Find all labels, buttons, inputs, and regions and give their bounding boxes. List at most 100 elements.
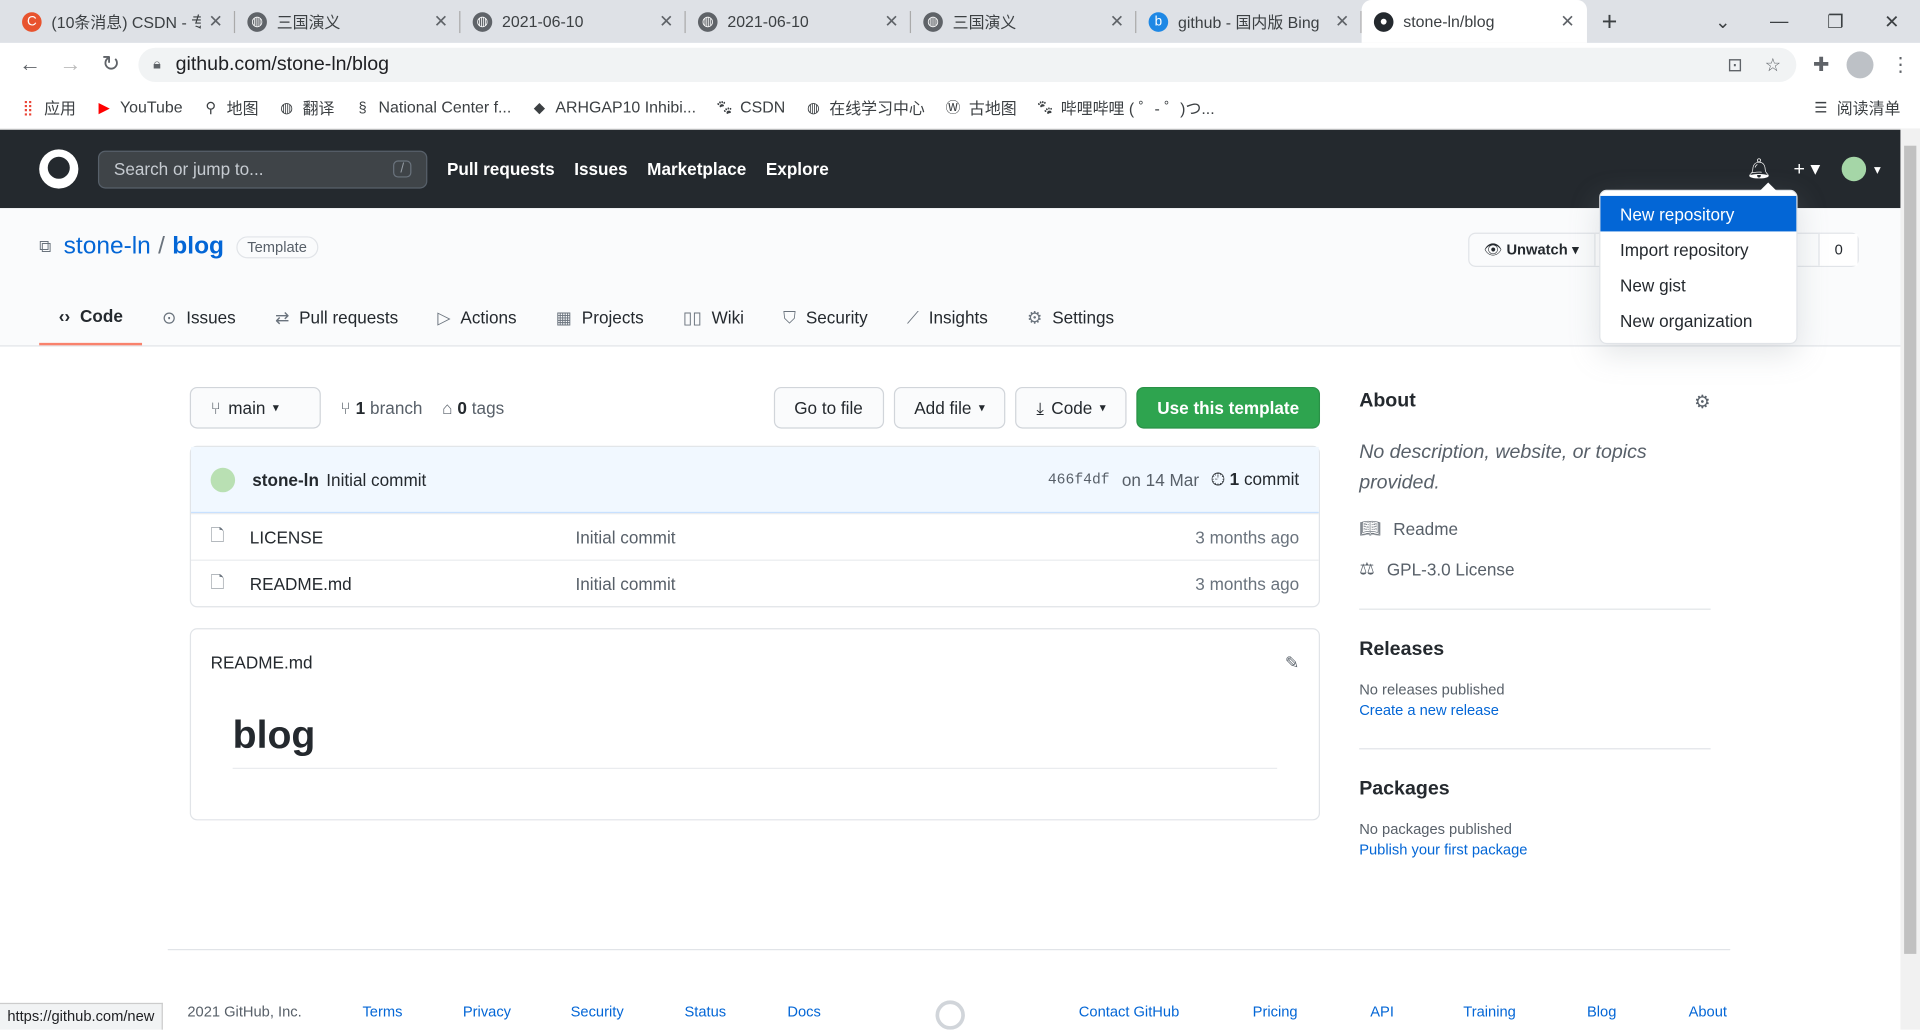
bookmark-item[interactable]: ▶ YouTube [96,96,182,119]
repo-owner-link[interactable]: stone-ln [64,233,151,261]
footer-link[interactable]: API [1370,1003,1394,1020]
minimize-icon[interactable]: — [1751,11,1807,32]
file-commit-message[interactable]: Initial commit [576,527,1196,547]
repo-tab-projects[interactable]: ▦ Projects [536,289,663,345]
create-release-link[interactable]: Create a new release [1359,702,1710,719]
repo-tab-code[interactable]: ‹› Code [39,289,143,346]
file-name[interactable]: LICENSE [250,527,576,547]
tab-close-icon[interactable]: ✕ [208,11,222,32]
menu-icon[interactable]: ⋮ [1891,52,1911,76]
notifications-bell-icon[interactable]: 🔔︎ [1747,157,1772,181]
readme-link[interactable]: 📖︎ Readme [1359,518,1710,539]
browser-tab[interactable]: ◍ 三国演义 ✕ [235,0,461,43]
repo-tab-pull-requests[interactable]: ⇄ Pull requests [255,289,417,345]
close-window-icon[interactable]: ✕ [1864,10,1920,33]
footer-link[interactable]: Terms [362,1003,402,1020]
file-row[interactable]: 🗋︎ README.md Initial commit 3 months ago [191,559,1319,607]
readme-filename[interactable]: README.md [211,653,313,673]
page-scrollbar[interactable] [1900,128,1920,1030]
back-icon[interactable]: ← [10,51,50,77]
global-nav-item[interactable]: Explore [766,159,829,179]
tab-close-icon[interactable]: ✕ [1560,11,1574,32]
packages-title[interactable]: Packages [1359,779,1710,801]
footer-github-logo-icon[interactable] [935,1000,965,1030]
gear-icon[interactable]: ⚙ [1694,391,1710,413]
footer-link[interactable]: Status [684,1003,726,1020]
bookmark-item[interactable]: ◍ 在线学习中心 [805,96,925,119]
global-nav-item[interactable]: Issues [574,159,627,179]
bookmark-item[interactable]: 🐾︎ CSDN [715,96,785,119]
global-nav-item[interactable]: Marketplace [647,159,746,179]
branch-select-button[interactable]: ⑂ main ▾ [189,386,321,429]
browser-tab[interactable]: b github - 国内版 Bing ✕ [1136,0,1362,43]
scrollbar-thumb[interactable] [1904,145,1917,954]
tab-close-icon[interactable]: ✕ [1335,11,1349,32]
browser-tab[interactable]: C (10条消息) CSDN - 专 ✕ [10,0,236,43]
footer-link[interactable]: About [1689,1003,1727,1020]
browser-tab[interactable]: ◍ 三国演义 ✕ [911,0,1137,43]
bookmark-item[interactable]: ⚲ 地图 [202,96,258,119]
unwatch-button[interactable]: 👁︎ Unwatch ▾ [1469,234,1594,266]
file-row[interactable]: 🗋︎ LICENSE Initial commit 3 months ago [191,513,1319,560]
bookmark-item[interactable]: ◆ ARHGAP10 Inhibi... [531,96,696,119]
tab-close-icon[interactable]: ✕ [659,11,673,32]
search-input[interactable]: Search or jump to... / [97,150,428,188]
new-tab-button[interactable]: + [1602,0,1618,43]
footer-link[interactable]: Security [571,1003,624,1020]
translate-icon[interactable]: ⊡ [1727,53,1742,75]
repo-tab-insights[interactable]: ⟋ Insights [887,289,1007,345]
bookmark-item[interactable]: § National Center f... [354,96,512,119]
footer-link[interactable]: Contact GitHub [1079,1003,1179,1020]
commit-history-link[interactable]: 🕘︎ 1 commit [1211,469,1299,490]
tab-close-icon[interactable]: ✕ [434,11,448,32]
forward-icon[interactable]: → [50,51,90,77]
forks-count[interactable]: 0 [1818,233,1858,266]
use-template-button[interactable]: Use this template [1136,386,1321,429]
extensions-icon[interactable]: ✚ [1813,52,1829,76]
edit-pencil-icon[interactable]: ✎ [1285,652,1299,673]
create-new-plus-icon[interactable]: + ▾ [1793,157,1820,181]
branches-link[interactable]: ⑂ 1 branch [340,398,422,418]
github-logo-icon[interactable] [39,149,79,189]
profile-avatar[interactable] [1846,50,1874,78]
url-field[interactable]: 🔒︎ github.com/stone-ln/blog ⊡ ☆ [138,47,1796,82]
commit-author-avatar[interactable] [210,467,236,492]
restore-icon[interactable]: ❐ [1807,10,1863,33]
reading-list[interactable]: ☰ 阅读清单 [1812,96,1900,119]
commit-sha[interactable]: 466f4df [1048,471,1110,488]
global-nav-item[interactable]: Pull requests [447,159,555,179]
file-name[interactable]: README.md [250,574,576,594]
footer-link[interactable]: Docs [787,1003,820,1020]
bookmark-item[interactable]: ◍ 翻译 [278,96,334,119]
footer-link[interactable]: Privacy [463,1003,511,1020]
repo-tab-security[interactable]: ⛉ Security [764,289,888,345]
repo-tab-actions[interactable]: ▷ Actions [418,289,536,345]
bookmark-item[interactable]: 🐾︎ 哔哩哔哩 ( ゜- ゜)つ... [1036,96,1215,119]
dropdown-item[interactable]: Import repository [1600,231,1796,267]
footer-link[interactable]: Pricing [1253,1003,1298,1020]
tab-close-icon[interactable]: ✕ [1110,11,1124,32]
repo-name-link[interactable]: blog [172,233,224,261]
dropdown-item[interactable]: New organization [1600,302,1796,338]
browser-tab[interactable]: ● stone-ln/blog ✕ [1361,0,1587,43]
star-icon[interactable]: ☆ [1765,53,1781,75]
go-to-file-button[interactable]: Go to file [773,386,884,429]
user-menu[interactable]: ▾ [1842,156,1881,182]
reload-icon[interactable]: ↻ [91,51,131,77]
repo-tab-issues[interactable]: ⊙ Issues [142,289,255,345]
tab-search-icon[interactable]: ⌄ [1695,10,1751,33]
repo-tab-wiki[interactable]: ▯▯ Wiki [663,289,763,345]
browser-tab[interactable]: ◍ 2021-06-10 ✕ [460,0,686,43]
bookmark-item[interactable]: Ⓦ 古地图 [944,96,1017,119]
browser-tab[interactable]: ◍ 2021-06-10 ✕ [686,0,912,43]
tags-link[interactable]: ⌂ 0 tags [442,398,504,418]
footer-link[interactable]: Training [1463,1003,1516,1020]
add-file-button[interactable]: Add file ▾ [893,386,1006,429]
bookmark-item[interactable]: ⣿ 应用 [20,96,76,119]
code-button[interactable]: ⤓ Code ▾ [1015,386,1127,429]
dropdown-item[interactable]: New repository [1600,195,1797,232]
license-link[interactable]: ⚖ GPL-3.0 License [1359,558,1710,579]
commit-author[interactable]: stone-ln [252,470,319,490]
publish-package-link[interactable]: Publish your first package [1359,841,1710,858]
releases-title[interactable]: Releases [1359,639,1710,661]
